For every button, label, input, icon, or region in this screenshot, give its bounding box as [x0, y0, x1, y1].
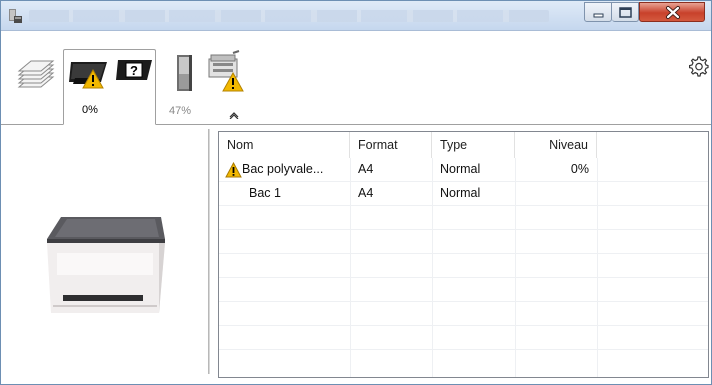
tab-paper[interactable] — [13, 53, 59, 123]
tab-toner[interactable]: ? 0% — [63, 49, 156, 125]
gear-icon[interactable] — [687, 55, 709, 77]
row-divider — [219, 253, 708, 254]
waste-toner-box-icon — [177, 55, 192, 91]
status-monitor-window: ? 0% 47% Nom Format Type Niveau Bac poly… — [0, 0, 712, 385]
row-divider — [219, 325, 708, 326]
panel-splitter[interactable] — [208, 129, 210, 374]
close-icon — [666, 6, 680, 19]
column-header-type[interactable]: Type — [432, 132, 515, 158]
toner-unknown-icon: ? — [116, 60, 152, 80]
printer-image — [47, 217, 165, 313]
close-button[interactable] — [639, 2, 705, 22]
window-title — [29, 10, 549, 22]
minimize-button[interactable] — [584, 2, 612, 22]
waste-toner-level-label: 47% — [169, 105, 192, 117]
title-bar[interactable] — [1, 1, 711, 31]
column-header-empty[interactable] — [597, 132, 708, 158]
tray-type: Normal — [440, 162, 481, 176]
printer-app-icon — [9, 9, 22, 23]
toner-level-label: 0% — [82, 104, 98, 116]
tab-waste-toner[interactable]: 47% — [161, 49, 205, 123]
column-header-name[interactable]: Nom — [219, 132, 350, 158]
toner-warning-icon — [69, 62, 107, 89]
tab-device-status[interactable] — [207, 49, 251, 101]
tray-format: A4 — [358, 186, 374, 200]
row-divider — [219, 229, 708, 230]
svg-text:?: ? — [130, 63, 138, 78]
row-divider — [219, 277, 708, 278]
tray-name: Bac polyvale... — [242, 162, 324, 176]
paper-stack-icon — [17, 60, 55, 88]
tray-name: Bac 1 — [249, 186, 281, 200]
tray-level — [515, 182, 589, 205]
tray-type: Normal — [440, 186, 481, 200]
tray-format: A4 — [358, 162, 374, 176]
table-row[interactable]: Bac 1 A4 Normal — [219, 182, 708, 205]
column-header-format[interactable]: Format — [350, 132, 432, 158]
minimize-icon — [593, 13, 604, 18]
device-warning-icon — [208, 50, 244, 92]
chevron-up-icon[interactable] — [229, 111, 239, 119]
waste-toner-empty-part — [179, 57, 189, 74]
row-divider — [219, 349, 708, 350]
tray-table: Nom Format Type Niveau Bac polyvale... A… — [218, 131, 709, 378]
maximize-icon — [619, 7, 632, 18]
maximize-button[interactable] — [612, 2, 639, 22]
column-header-level[interactable]: Niveau — [515, 132, 597, 158]
warning-icon — [225, 162, 242, 178]
row-divider — [219, 205, 708, 206]
table-row[interactable]: Bac polyvale... A4 Normal 0% — [219, 158, 708, 181]
tray-level: 0% — [570, 162, 589, 176]
row-divider — [219, 301, 708, 302]
